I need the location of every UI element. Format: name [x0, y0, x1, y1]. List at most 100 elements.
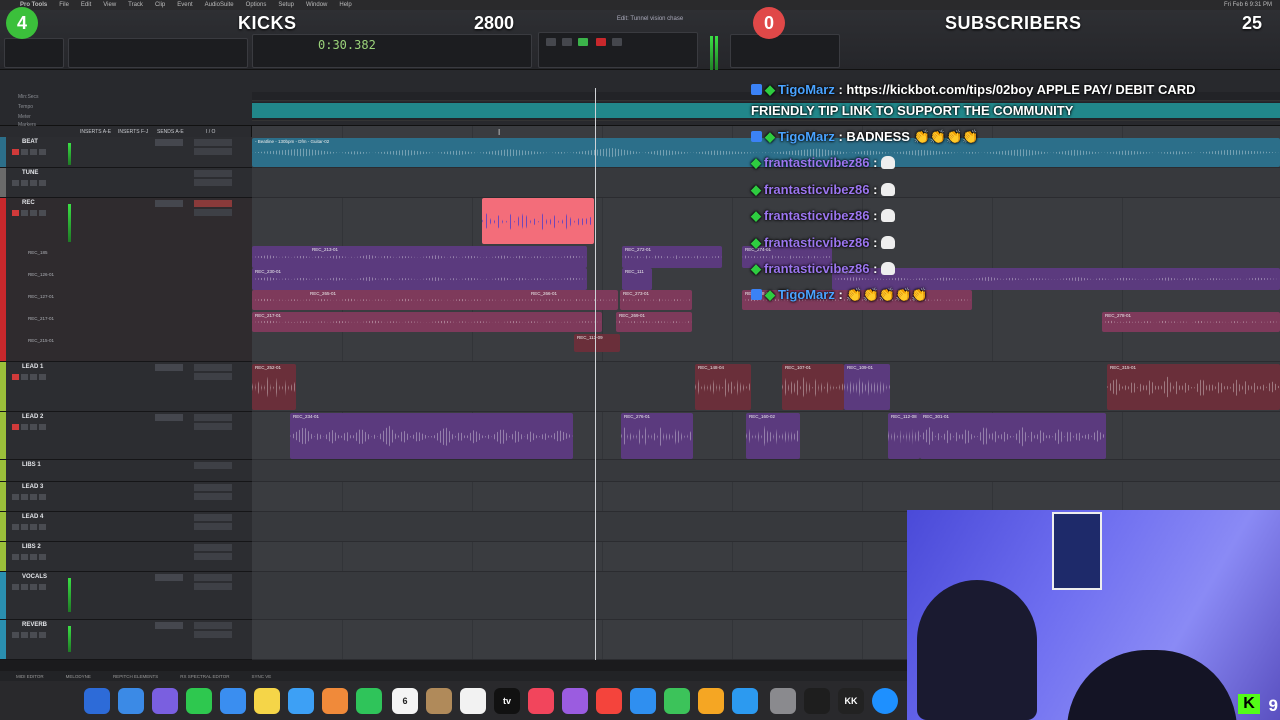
audio-clip[interactable]: REC_160-02	[746, 413, 800, 459]
menu-setup[interactable]: Setup	[278, 2, 294, 8]
repitch-tab[interactable]: REPITCH ELEMENTS	[113, 674, 158, 679]
playlist-lane-name[interactable]: REC_126-01	[28, 272, 54, 277]
audio-clip[interactable]: REC_148-04	[695, 364, 751, 410]
io-input[interactable]	[194, 364, 232, 371]
io-input[interactable]	[194, 514, 232, 521]
audio-clip[interactable]: REC_266-01	[528, 290, 618, 310]
chat-username[interactable]: frantasticvibez86	[764, 261, 870, 276]
system-settings-icon[interactable]	[770, 688, 796, 714]
track-name[interactable]: VOCALS	[22, 574, 47, 580]
facetime-icon[interactable]	[356, 688, 382, 714]
insert-slot[interactable]	[155, 200, 183, 207]
insert-slot[interactable]	[155, 139, 183, 146]
melodyne-tab[interactable]: MELODYNE	[66, 674, 91, 679]
pro-tools-icon[interactable]	[804, 688, 830, 714]
chat-username[interactable]: frantasticvibez86	[764, 155, 870, 170]
contacts-icon[interactable]	[426, 688, 452, 714]
chat-username[interactable]: TigoMarz	[778, 82, 835, 97]
chat-username[interactable]: frantasticvibez86	[764, 208, 870, 223]
audio-clip[interactable]: REC_111	[622, 268, 652, 290]
track-name[interactable]: LEAD 3	[22, 484, 43, 490]
grid-nudge-panel[interactable]	[730, 34, 840, 68]
playlist-lane-name[interactable]: REC_185	[28, 250, 48, 255]
audio-clip[interactable]: REC_113-09	[574, 334, 620, 352]
audio-clip[interactable]: REC_109-01	[844, 364, 890, 410]
track-buttons[interactable]	[12, 180, 46, 186]
apple-tv-icon[interactable]: tv	[494, 688, 520, 714]
track-header-rec[interactable]: REC REC_185 REC_126-01 REC_127-01 REC_21…	[0, 198, 252, 362]
track-buttons[interactable]	[12, 524, 46, 530]
io-input[interactable]	[194, 200, 232, 207]
track-name[interactable]: LIBS 1	[22, 462, 41, 468]
menu-edit[interactable]: Edit	[81, 2, 91, 8]
insert-slot[interactable]	[155, 574, 183, 581]
audio-clip[interactable]: REC_278-01	[1102, 312, 1280, 332]
audio-clip[interactable]: REC_234-01	[290, 413, 573, 459]
menubar-clock[interactable]: Fri Feb 6 9:31 PM	[1224, 2, 1280, 8]
edit-mode-panel[interactable]	[4, 38, 64, 68]
track-buttons[interactable]	[12, 149, 46, 155]
track-name[interactable]: BEAT	[22, 139, 38, 145]
rewind-button[interactable]	[546, 38, 556, 46]
edit-tools-panel[interactable]	[68, 38, 248, 68]
io-output[interactable]	[194, 373, 232, 380]
track-header-beat[interactable]: BEAT	[0, 137, 252, 168]
audio-clip[interactable]: REC_265-01	[252, 290, 532, 310]
track-header-reverb[interactable]: REVERB	[0, 620, 252, 660]
track-name[interactable]: REVERB	[22, 622, 47, 628]
track-buttons[interactable]	[12, 374, 46, 380]
track-header-lead4[interactable]: LEAD 4	[0, 512, 252, 542]
io-input[interactable]	[194, 544, 232, 551]
lane-libs1[interactable]	[252, 460, 1280, 482]
record-button[interactable]	[596, 38, 606, 46]
midi-editor-tab[interactable]: MIDI EDITOR	[16, 674, 44, 679]
main-counter[interactable]: 0:30.382	[318, 38, 376, 52]
io-output[interactable]	[194, 493, 232, 500]
news-icon[interactable]	[596, 688, 622, 714]
keynote-icon[interactable]	[630, 688, 656, 714]
app-store-icon[interactable]	[732, 688, 758, 714]
menu-view[interactable]: View	[103, 2, 116, 8]
mail-icon[interactable]	[220, 688, 246, 714]
io-input[interactable]	[194, 170, 232, 177]
io-input[interactable]	[194, 139, 232, 146]
audio-clip[interactable]: REC_272-01	[622, 246, 722, 268]
io-input[interactable]	[194, 622, 232, 629]
menu-track[interactable]: Track	[128, 2, 143, 8]
track-header-lead1[interactable]: LEAD 1	[0, 362, 252, 412]
io-output[interactable]	[194, 631, 232, 638]
safari-icon[interactable]	[118, 688, 144, 714]
track-buttons[interactable]	[12, 424, 46, 430]
play-button[interactable]	[578, 38, 588, 46]
io-output[interactable]	[194, 523, 232, 530]
track-header-vocals[interactable]: VOCALS	[0, 572, 252, 620]
track-buttons[interactable]	[12, 210, 46, 216]
track-name[interactable]: LEAD 1	[22, 364, 43, 370]
io-output[interactable]	[194, 583, 232, 590]
audio-clip[interactable]: REC_315-01	[1107, 364, 1280, 410]
track-header-lead3[interactable]: LEAD 3	[0, 482, 252, 512]
audio-clip[interactable]: REC_107-01	[782, 364, 844, 410]
chat-username[interactable]: TigoMarz	[778, 129, 835, 144]
audio-clip[interactable]: REC_217-01	[252, 312, 602, 332]
maps-icon[interactable]	[288, 688, 314, 714]
io-input[interactable]	[194, 414, 232, 421]
lane-lead3[interactable]	[252, 482, 1280, 512]
io-output[interactable]	[194, 209, 232, 216]
finder-icon[interactable]	[84, 688, 110, 714]
menu-event[interactable]: Event	[177, 2, 192, 8]
notes-icon[interactable]	[254, 688, 280, 714]
menu-window[interactable]: Window	[306, 2, 327, 8]
sync-ve-tab[interactable]: SYNC VE	[251, 674, 271, 679]
loop-button[interactable]	[612, 38, 622, 46]
messages-icon[interactable]	[186, 688, 212, 714]
numbers-icon[interactable]	[664, 688, 690, 714]
podcasts-icon[interactable]	[562, 688, 588, 714]
audio-clip[interactable]: REC_112-08	[888, 413, 920, 459]
audio-clip-selected[interactable]	[482, 198, 594, 244]
track-buttons[interactable]	[12, 494, 46, 500]
menu-audiosuite[interactable]: AudioSuite	[205, 2, 234, 8]
stop-button[interactable]	[562, 38, 572, 46]
track-header-libs2[interactable]: LIBS 2	[0, 542, 252, 572]
photos-icon[interactable]	[322, 688, 348, 714]
